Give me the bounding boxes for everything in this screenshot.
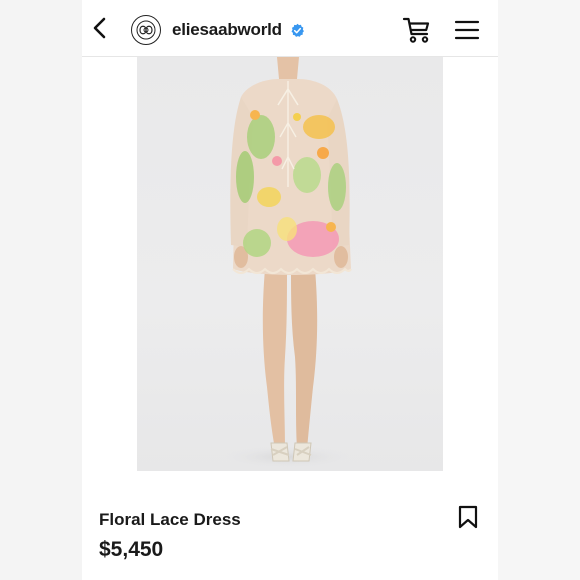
top-navigation-bar: eliesaabworld: [82, 0, 498, 57]
avatar[interactable]: [131, 15, 161, 45]
verified-badge-icon: [291, 23, 304, 37]
back-button[interactable]: [86, 14, 114, 42]
model-illustration: [217, 57, 357, 469]
save-button[interactable]: [457, 505, 479, 529]
brand-logo: [136, 20, 156, 40]
product-image[interactable]: [137, 57, 443, 471]
cart-button[interactable]: [402, 16, 432, 44]
chevron-left-icon: [93, 17, 106, 39]
background-right: [498, 0, 580, 580]
shopping-cart-icon: [402, 17, 430, 43]
bookmark-icon: [458, 505, 478, 529]
product-title: Floral Lace Dress: [99, 510, 241, 529]
product-price: $5,450: [99, 538, 164, 561]
hamburger-menu-icon: [454, 20, 480, 40]
account-name[interactable]: eliesaabworld: [172, 20, 282, 40]
background-left: [0, 0, 82, 580]
menu-button[interactable]: [454, 19, 480, 41]
product-card: eliesaabworld Floral Lace Dress $5,450: [82, 0, 498, 580]
